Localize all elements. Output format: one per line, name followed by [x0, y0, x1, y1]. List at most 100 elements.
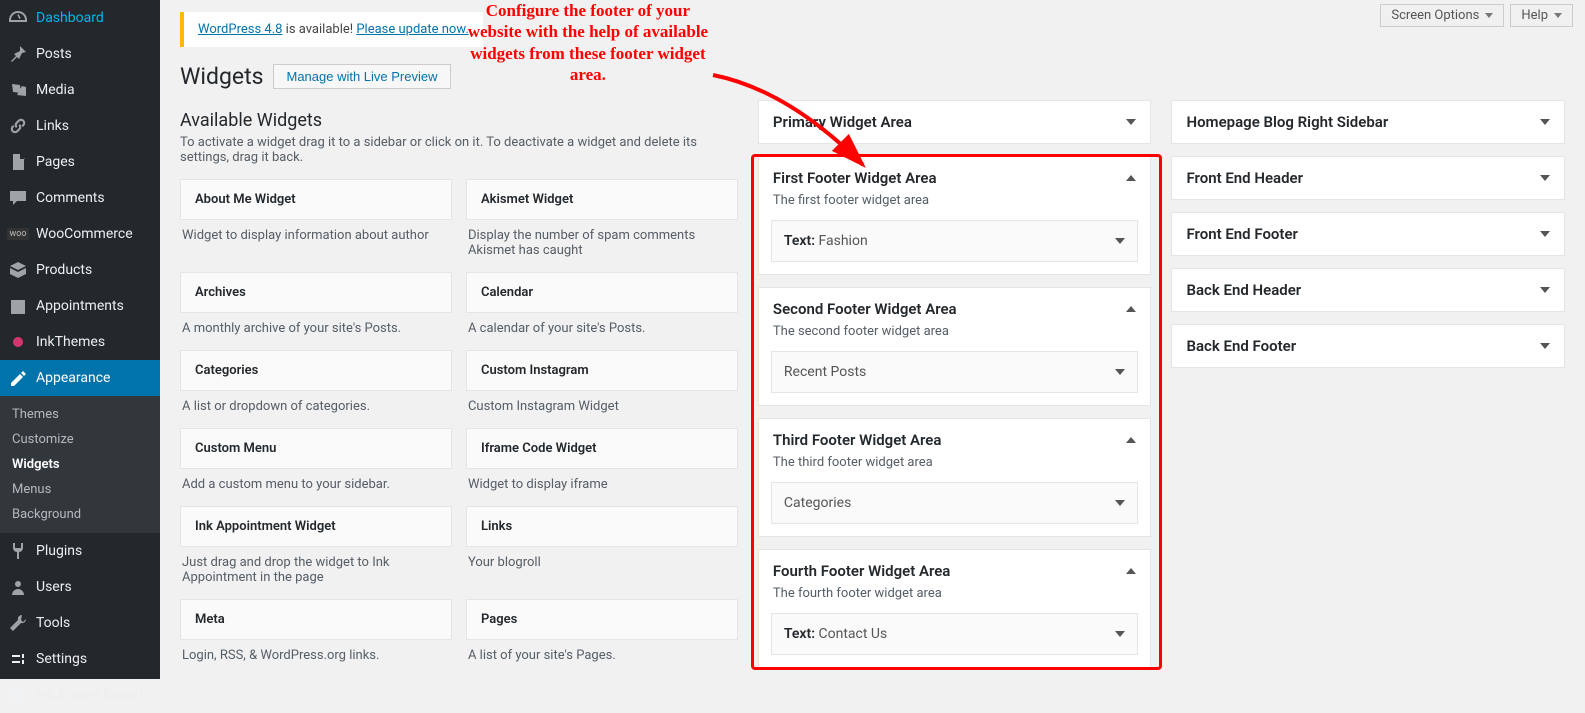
available-widget-handle[interactable]: Categories — [180, 350, 452, 391]
widget-area-toggle[interactable]: Primary Widget Area — [759, 101, 1151, 143]
available-widget: Akismet WidgetDisplay the number of spam… — [466, 179, 738, 258]
submenu-themes[interactable]: Themes — [0, 402, 160, 427]
widget-area-title: Back End Header — [1186, 281, 1301, 299]
users-icon — [8, 577, 28, 597]
widget-area-toggle[interactable]: Homepage Blog Right Sidebar — [1172, 101, 1564, 143]
widget-area-title: Front End Header — [1186, 169, 1303, 187]
available-widget: Ink Appointment WidgetJust drag and drop… — [180, 506, 452, 585]
page-title: Widgets — [180, 63, 263, 90]
widget-area-toggle[interactable]: Front End Footer — [1172, 213, 1564, 255]
menu-ink-import-export[interactable]: Ink Import Export — [0, 677, 160, 713]
available-widget-desc: Login, RSS, & WordPress.org links. — [180, 640, 452, 663]
widget-area-desc: The fourth footer widget area — [759, 586, 1151, 613]
menu-label: Comments — [36, 190, 105, 206]
footer-widget-area: Fourth Footer Widget AreaThe fourth foot… — [758, 549, 1152, 668]
menu-media[interactable]: Media — [0, 72, 160, 108]
placed-widget[interactable]: Recent Posts — [771, 351, 1139, 393]
available-widget-handle[interactable]: Custom Instagram — [466, 350, 738, 391]
menu-inkthemes[interactable]: InkThemes — [0, 324, 160, 360]
available-widget-handle[interactable]: About Me Widget — [180, 179, 452, 220]
screen-options-label: Screen Options — [1391, 8, 1479, 23]
widget-area-toggle[interactable]: Front End Header — [1172, 157, 1564, 199]
menu-label: Links — [36, 118, 69, 134]
menu-woocommerce[interactable]: woo WooCommerce — [0, 216, 160, 252]
appearance-submenu: Themes Customize Widgets Menus Backgroun… — [0, 396, 160, 533]
menu-dashboard[interactable]: Dashboard — [0, 0, 160, 36]
help-button[interactable]: Help — [1510, 4, 1573, 27]
menu-label: InkThemes — [36, 334, 105, 350]
menu-label: Plugins — [36, 543, 82, 559]
widget-area-body: Categories — [759, 482, 1151, 536]
widget-area-toggle[interactable]: Back End Footer — [1172, 325, 1564, 367]
menu-users[interactable]: Users — [0, 569, 160, 605]
chevron-up-icon — [1126, 175, 1136, 181]
widget-area-title: Homepage Blog Right Sidebar — [1186, 113, 1388, 131]
menu-products[interactable]: Products — [0, 252, 160, 288]
menu-links[interactable]: Links — [0, 108, 160, 144]
widget-area-title: Front End Footer — [1186, 225, 1297, 243]
menu-appearance[interactable]: Appearance — [0, 360, 160, 396]
available-widget-handle[interactable]: Archives — [180, 272, 452, 313]
chevron-down-icon — [1115, 369, 1125, 375]
live-preview-button[interactable]: Manage with Live Preview — [273, 64, 450, 89]
submenu-menus[interactable]: Menus — [0, 477, 160, 502]
footer-widget-area: Third Footer Widget AreaThe third footer… — [758, 418, 1152, 537]
submenu-customize[interactable]: Customize — [0, 427, 160, 452]
menu-label: WooCommerce — [36, 226, 133, 242]
available-widget-handle[interactable]: Iframe Code Widget — [466, 428, 738, 469]
widget-area-toggle[interactable]: Back End Header — [1172, 269, 1564, 311]
menu-tools[interactable]: Tools — [0, 605, 160, 641]
placed-widget-label: Categories — [784, 495, 851, 511]
menu-appointments[interactable]: Appointments — [0, 288, 160, 324]
menu-label: Posts — [36, 46, 72, 62]
chevron-down-icon — [1540, 175, 1550, 181]
plugins-icon — [8, 541, 28, 561]
collapsed-widget-area: Homepage Blog Right Sidebar — [1171, 100, 1565, 144]
placed-widget[interactable]: Categories — [771, 482, 1139, 524]
available-widget-desc: A monthly archive of your site's Posts. — [180, 313, 452, 336]
available-widget-handle[interactable]: Links — [466, 506, 738, 547]
link-icon — [8, 116, 28, 136]
available-widget: About Me WidgetWidget to display informa… — [180, 179, 452, 258]
available-widget-handle[interactable]: Pages — [466, 599, 738, 640]
placed-widget[interactable]: Text: Fashion — [771, 220, 1139, 262]
content-area: Screen Options Help WordPress 4.8 is ava… — [160, 0, 1585, 679]
available-widget-handle[interactable]: Ink Appointment Widget — [180, 506, 452, 547]
collapsed-widget-area: Front End Footer — [1171, 212, 1565, 256]
available-widget-handle[interactable]: Akismet Widget — [466, 179, 738, 220]
submenu-background[interactable]: Background — [0, 502, 160, 527]
chevron-down-icon — [1540, 119, 1550, 125]
media-icon — [8, 80, 28, 100]
menu-pages[interactable]: Pages — [0, 144, 160, 180]
collapsed-widget-area: Back End Footer — [1171, 324, 1565, 368]
available-widget-handle[interactable]: Meta — [180, 599, 452, 640]
available-widget-desc: Widget to display information about auth… — [180, 220, 452, 243]
submenu-widgets[interactable]: Widgets — [0, 452, 160, 477]
menu-settings[interactable]: Settings — [0, 641, 160, 677]
appearance-icon — [8, 368, 28, 388]
menu-posts[interactable]: Posts — [0, 36, 160, 72]
widget-area-body: Text: Contact Us — [759, 613, 1151, 667]
screen-options-button[interactable]: Screen Options — [1380, 4, 1504, 27]
footer-widget-area: Second Footer Widget AreaThe second foot… — [758, 287, 1152, 406]
wp-version-link[interactable]: WordPress 4.8 — [198, 22, 282, 37]
chevron-down-icon — [1540, 343, 1550, 349]
placed-widget[interactable]: Text: Contact Us — [771, 613, 1139, 655]
menu-comments[interactable]: Comments — [0, 180, 160, 216]
update-now-link[interactable]: Please update now. — [356, 22, 468, 37]
available-widget-desc: Your blogroll — [466, 547, 738, 570]
placed-widget-label: Text: Contact Us — [784, 626, 887, 642]
chevron-down-icon — [1540, 287, 1550, 293]
menu-plugins[interactable]: Plugins — [0, 533, 160, 569]
available-widgets-column: Available Widgets To activate a widget d… — [180, 100, 738, 663]
tools-icon — [8, 613, 28, 633]
available-widget-desc: A list of your site's Pages. — [466, 640, 738, 663]
available-widget-handle[interactable]: Custom Menu — [180, 428, 452, 469]
available-widget-handle[interactable]: Calendar — [466, 272, 738, 313]
help-label: Help — [1521, 8, 1548, 23]
widget-area-desc: The second footer widget area — [759, 324, 1151, 351]
available-widget-desc: A list or dropdown of categories. — [180, 391, 452, 414]
available-widget-desc: Custom Instagram Widget — [466, 391, 738, 414]
menu-label: Ink Import Export — [36, 687, 144, 703]
footer-widget-area: First Footer Widget AreaThe first footer… — [758, 156, 1152, 275]
